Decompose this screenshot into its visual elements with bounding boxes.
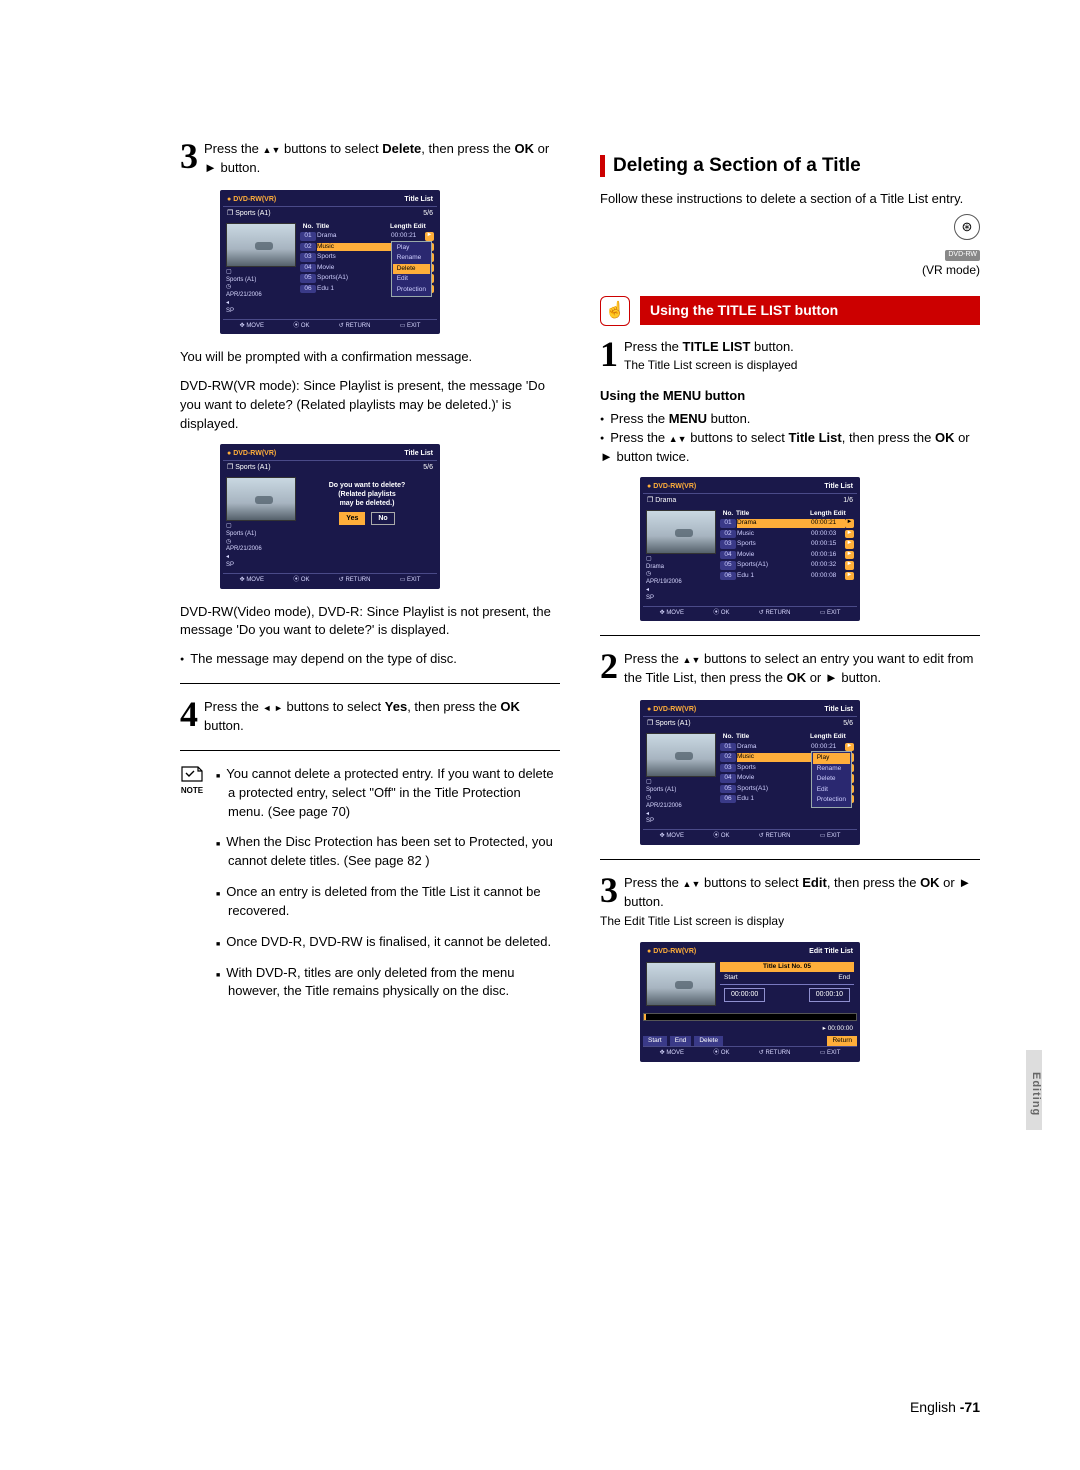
subheading-row: ☝ Using the TITLE LIST button: [600, 296, 980, 326]
substep-text: The Title List screen is displayed: [624, 358, 797, 372]
up-down-arrows-icon: ▲▼: [683, 655, 701, 665]
vr-mode-label: (VR mode): [600, 262, 980, 279]
section-tab: Editing: [1026, 1050, 1042, 1130]
vr-mode-paragraph: DVD-RW(VR mode): Since Playlist is prese…: [180, 377, 560, 434]
text: Press the: [204, 699, 263, 714]
divider: [180, 683, 560, 684]
text: Press the: [204, 141, 263, 156]
step-4-number: 4: [180, 698, 198, 730]
right-step-1: 1 Press the TITLE LIST button.The Title …: [600, 338, 980, 376]
heading-bar-icon: [600, 155, 605, 177]
notes-list: You cannot delete a protected entry. If …: [216, 765, 560, 1013]
confirmation-paragraph: You will be prompted with a confirmation…: [180, 348, 560, 367]
play-icon: ►: [600, 449, 613, 464]
delete-label: Delete: [382, 141, 421, 156]
left-right-arrows-icon: ◄ ►: [263, 703, 283, 713]
ok-label: OK: [500, 699, 520, 714]
list-item: Once an entry is deleted from the Title …: [216, 883, 560, 921]
text: , then press the: [407, 699, 500, 714]
step-3: 3 Press the ▲▼ buttons to select Delete,…: [180, 140, 560, 178]
text: buttons to select: [283, 699, 385, 714]
note-icon: NOTE: [180, 765, 204, 797]
message-bullet-list: The message may depend on the type of di…: [180, 650, 560, 669]
intro-text: Follow these instructions to delete a se…: [600, 190, 980, 209]
section-heading: Deleting a Section of a Title: [600, 152, 980, 180]
text: or: [534, 141, 549, 156]
list-item: You cannot delete a protected entry. If …: [216, 765, 560, 822]
yes-label: Yes: [385, 699, 407, 714]
no-option: No: [371, 512, 394, 525]
disc-badge: ⊛ DVD-RW (VR mode): [600, 214, 980, 279]
list-item: Press the MENU button.: [600, 410, 980, 429]
up-down-arrows-icon: ▲▼: [683, 879, 701, 889]
play-icon: ►: [825, 670, 838, 685]
up-down-arrows-icon: ▲▼: [669, 434, 687, 444]
title-list-screen-confirm: ● DVD-RW(VR)Title List ❐ Sports (A1)5/6 …: [220, 444, 440, 589]
video-mode-paragraph: DVD-RW(Video mode), DVD-R: Since Playlis…: [180, 603, 560, 641]
text: button.: [217, 160, 260, 175]
list-item: With DVD-R, titles are only deleted from…: [216, 964, 560, 1002]
page-footer: English -71: [0, 1399, 980, 1415]
divider: [180, 750, 560, 751]
right-step-2: 2 Press the ▲▼ buttons to select an entr…: [600, 650, 980, 688]
right-step-3-number: 3: [600, 874, 618, 906]
right-step-2-number: 2: [600, 650, 618, 682]
step-3-number: 3: [180, 140, 198, 172]
text: button.: [204, 718, 244, 733]
heading-text: Deleting a Section of a Title: [613, 152, 861, 180]
edit-title-list-screen: ● DVD-RW(VR)Edit Title List Title List N…: [640, 942, 860, 1062]
play-icon: ►: [958, 875, 971, 890]
ok-label: OK: [515, 141, 535, 156]
list-item: Press the ▲▼ buttons to select Title Lis…: [600, 429, 980, 467]
right-step-3: 3 Press the ▲▼ buttons to select Edit, t…: [600, 874, 980, 931]
divider: [600, 635, 980, 636]
title-list-screen-play-ctx: ● DVD-RW(VR)Title List ❐ Sports (A1)5/6 …: [640, 700, 860, 845]
title-list-screen-delete-ctx: ● DVD-RW(VR)Title List ❐ Sports (A1)5/6 …: [220, 190, 440, 335]
list-item: Once DVD-R, DVD-RW is finalised, it cann…: [216, 933, 560, 952]
note-block: NOTE You cannot delete a protected entry…: [180, 765, 560, 1013]
disc-icon: ⊛: [954, 214, 980, 240]
play-icon: ►: [204, 160, 217, 175]
right-column: Deleting a Section of a Title Follow the…: [600, 140, 980, 1410]
hand-icon: ☝: [600, 296, 630, 326]
text: , then press the: [421, 141, 514, 156]
step-4: 4 Press the ◄ ► buttons to select Yes, t…: [180, 698, 560, 736]
title-list-label: TITLE LIST: [683, 339, 751, 354]
menu-subheading: Using the MENU button: [600, 387, 980, 406]
yes-option: Yes: [339, 512, 365, 525]
up-down-arrows-icon: ▲▼: [263, 145, 281, 155]
divider: [600, 859, 980, 860]
text: buttons to select: [280, 141, 382, 156]
list-item: The message may depend on the type of di…: [180, 650, 560, 669]
menu-bullets: Press the MENU button. Press the ▲▼ butt…: [600, 410, 980, 467]
right-step-1-number: 1: [600, 338, 618, 370]
subheading-text: Using the TITLE LIST button: [640, 296, 980, 324]
title-list-screen-full: ● DVD-RW(VR)Title List ❐ Drama1/6 ▢ Dram…: [640, 477, 860, 622]
left-column: 3 Press the ▲▼ buttons to select Delete,…: [180, 140, 560, 1410]
disc-label: DVD-RW: [945, 250, 980, 260]
list-item: When the Disc Protection has been set to…: [216, 833, 560, 871]
